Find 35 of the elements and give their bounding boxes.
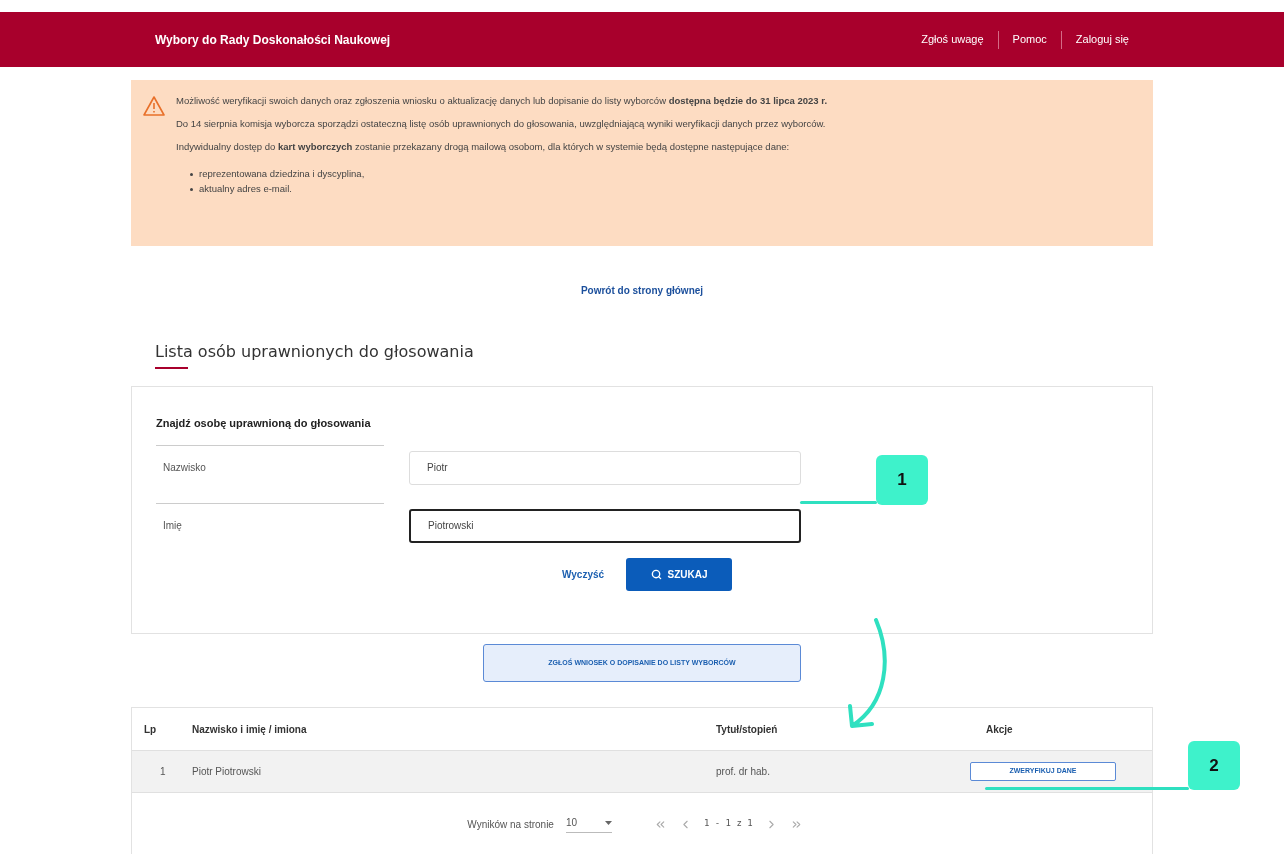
search-icon <box>650 568 662 580</box>
column-header: Tytuł/stopień <box>716 722 779 737</box>
alert-text: Do 14 sierpnia komisja wyborcza sporządzi ostateczną listę osób uprawnionych do głosowania, uwzględniającą wyniki weryfikacji danych przez wyborców. <box>176 118 827 130</box>
table-cell-text: 1 <box>159 765 167 779</box>
page-heading: Lista osób uprawnionych do głosowania <box>155 341 475 363</box>
header-link[interactable]: Zaloguj się <box>1075 31 1129 48</box>
warning-icon <box>143 96 165 116</box>
dropdown-icon <box>604 820 612 825</box>
search-button[interactable]: SZUKAJ <box>626 557 733 591</box>
field-label: Imię <box>156 502 384 533</box>
bullet-icon <box>190 187 193 191</box>
page-range: 1 - 1 z 1 <box>703 817 753 831</box>
search-title: Znajdź osobę uprawnioną do głosowania <box>156 416 372 431</box>
header-link[interactable]: Zgłoś uwagę <box>921 31 984 48</box>
text-field[interactable]: Piotrowski <box>409 508 801 543</box>
bullet-icon <box>190 172 193 176</box>
table-cell-text: prof. dr hab. <box>716 765 771 779</box>
callout-badge: 1 <box>876 455 928 505</box>
field-label: Nazwisko <box>156 444 384 475</box>
alert-text: Możliwość weryfikacji swoich danych oraz zgłoszenia wniosku o aktualizację danych lub dopisanie do listy wyborców dostępna będzie do 31 lipca 2023 r. <box>176 95 828 107</box>
site-title: Wybory do Rady Doskonałości Naukowej <box>155 31 391 49</box>
page-size-select[interactable]: 10 <box>565 815 612 833</box>
bullet-text: reprezentowana dziedzina i dyscyplina, <box>199 168 365 180</box>
header-link[interactable]: Pomoc <box>1012 31 1047 48</box>
bullet-text: aktualny adres e-mail. <box>199 183 292 195</box>
column-header: Akcje <box>986 722 1013 737</box>
column-header: Lp <box>143 722 158 737</box>
table-cell-text: Piotr Piotrowski <box>191 765 262 779</box>
clear-link[interactable]: Wyczyść <box>562 566 605 582</box>
callout-badge: 2 <box>1188 741 1240 790</box>
page-size-label: Wyników na stronie <box>467 817 554 832</box>
text-field[interactable]: Piotr <box>409 450 801 485</box>
back-link[interactable]: Powrót do strony głównej <box>580 283 704 298</box>
alert-text: Indywidualny dostęp do kart wyborczych zostanie przekazany drogą mailową osobom, dla których w systemie będą dostępne następujące dane: <box>176 141 791 153</box>
column-header: Nazwisko i imię / imiona <box>191 722 308 737</box>
